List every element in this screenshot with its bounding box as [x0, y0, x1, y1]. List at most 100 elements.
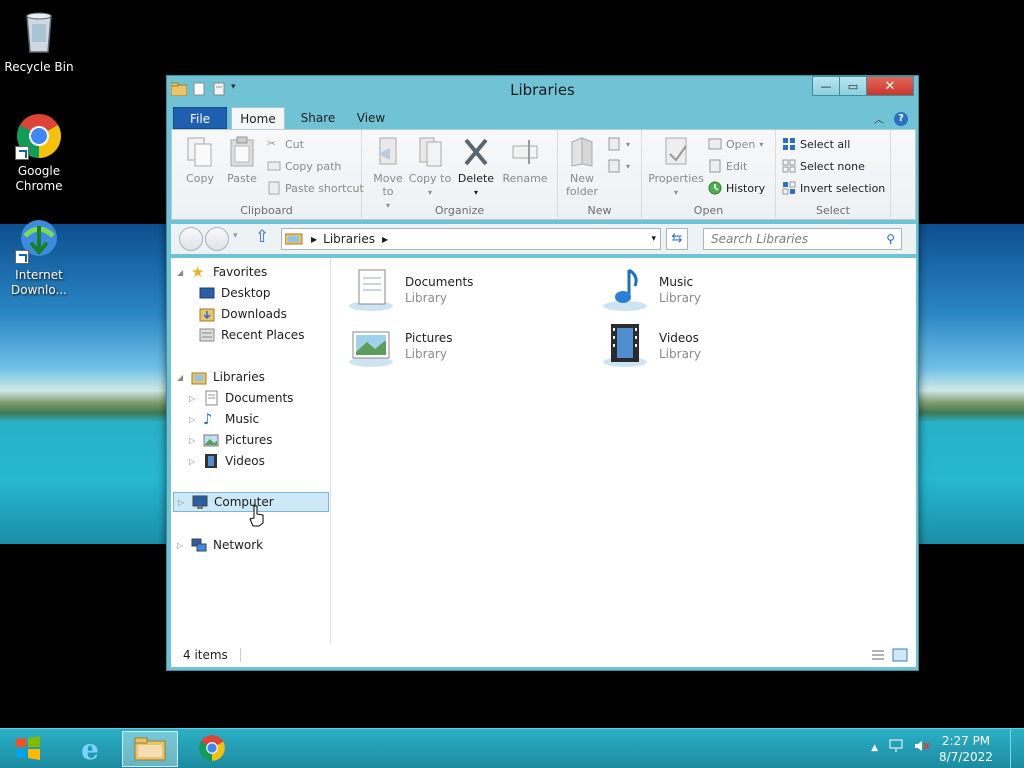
expand-arrow-icon[interactable]: ▷: [189, 457, 197, 466]
copy-to-button[interactable]: Copy to ▾: [408, 136, 452, 199]
desktop-icon-google-chrome[interactable]: Google Chrome: [1, 112, 77, 194]
address-bar[interactable]: ▶ Libraries ▶ ▾: [281, 228, 661, 250]
library-tile-music[interactable]: Music Library: [601, 266, 701, 314]
history-clock-icon: [708, 181, 722, 195]
rename-icon: [511, 136, 539, 168]
network-icon: [191, 537, 207, 553]
open-button[interactable]: Open ▾: [708, 135, 763, 153]
minimize-ribbon-icon[interactable]: ︿: [874, 111, 884, 126]
close-button[interactable]: ✕: [866, 76, 914, 96]
tab-share[interactable]: Share: [293, 107, 343, 129]
edit-button[interactable]: Edit: [708, 157, 747, 175]
nav-item-network[interactable]: ▷ Network: [177, 535, 263, 555]
paste-shortcut-button[interactable]: Paste shortcut: [267, 179, 364, 197]
maximize-icon: ▭: [847, 79, 859, 93]
nav-item-desktop[interactable]: Desktop: [199, 283, 271, 303]
back-button[interactable]: [179, 227, 203, 251]
expand-arrow-icon[interactable]: ▷: [189, 394, 197, 403]
navigation-bar: ▾ ⇧ ▶ Libraries ▶ ▾ ⇆ Search Libraries ⚲: [171, 224, 916, 254]
group-open: Properties ▾ Open ▾ Edit History Open: [642, 130, 776, 219]
recent-locations-chevron-icon[interactable]: ▾: [233, 231, 238, 241]
nav-item-recent-places[interactable]: Recent Places: [199, 325, 304, 345]
paste-icon: [228, 136, 256, 168]
new-folder-button[interactable]: New folder: [560, 136, 604, 198]
group-clipboard: Copy Paste ✂ Cut Copy path Paste shortcut…: [172, 130, 364, 219]
edit-icon: [708, 159, 722, 173]
expand-arrow-icon[interactable]: ▷: [189, 415, 197, 424]
show-hidden-icons-icon[interactable]: ▲: [871, 743, 878, 753]
taskbar-google-chrome[interactable]: [184, 731, 240, 767]
tab-home[interactable]: Home: [231, 107, 285, 131]
minimize-icon: —: [820, 79, 832, 93]
group-label-organize: Organize: [434, 204, 485, 217]
help-icon[interactable]: ?: [894, 111, 908, 126]
library-tile-pictures[interactable]: Pictures Library: [347, 322, 453, 370]
nav-item-documents[interactable]: ▷ Documents: [189, 388, 293, 408]
search-input[interactable]: Search Libraries ⚲: [703, 228, 902, 250]
volume-muted-icon[interactable]: [914, 739, 930, 756]
invert-selection-button[interactable]: Invert selection: [782, 179, 885, 197]
star-icon: ★: [191, 263, 205, 281]
expand-arrow-icon[interactable]: ▷: [177, 541, 185, 550]
select-all-button[interactable]: Select all: [782, 135, 850, 153]
details-view-icon[interactable]: [870, 648, 886, 665]
nav-item-downloads[interactable]: Downloads: [199, 304, 287, 324]
tab-file[interactable]: File: [173, 107, 227, 129]
new-item-button[interactable]: ▾: [608, 135, 630, 153]
group-label-new: New: [587, 204, 612, 217]
title-bar[interactable]: ▾ Libraries — ▭ ✕: [167, 76, 918, 104]
clock[interactable]: 2:27 PM 8/7/2022: [936, 733, 996, 765]
pictures-icon: [203, 432, 219, 448]
library-tile-documents[interactable]: Documents Library: [347, 266, 473, 314]
move-to-button[interactable]: Move to ▾: [366, 136, 410, 212]
nav-item-favorites[interactable]: ◢ ★ Favorites: [177, 262, 267, 282]
address-dropdown-icon[interactable]: ▾: [651, 234, 656, 244]
properties-button[interactable]: Properties ▾: [648, 136, 704, 199]
rename-button[interactable]: Rename: [500, 136, 550, 185]
collapse-arrow-icon[interactable]: ◢: [177, 268, 185, 277]
breadcrumb-libraries[interactable]: Libraries: [323, 232, 375, 246]
library-tile-videos[interactable]: Videos Library: [601, 322, 701, 370]
nav-item-pictures[interactable]: ▷ Pictures: [189, 430, 273, 450]
nav-item-music[interactable]: ▷ ♪ Music: [189, 409, 259, 429]
history-button[interactable]: History: [708, 179, 765, 197]
select-none-button[interactable]: Select none: [782, 157, 865, 175]
desktop-icon-internet-download[interactable]: Internet Downlo...: [1, 216, 77, 298]
expand-arrow-icon[interactable]: ▷: [189, 436, 197, 445]
breadcrumb-chevron-icon[interactable]: ▶: [382, 235, 388, 244]
delete-button[interactable]: Delete ▾: [454, 136, 498, 199]
paste-button[interactable]: Paste: [220, 136, 264, 185]
easy-access-button[interactable]: ▾: [608, 157, 630, 175]
minimize-button[interactable]: —: [812, 76, 840, 96]
desktop-icon-recycle-bin[interactable]: Recycle Bin: [1, 8, 77, 75]
nav-item-videos[interactable]: ▷ Videos: [189, 451, 265, 471]
breadcrumb-chevron-icon[interactable]: ▶: [311, 235, 317, 244]
copy-button[interactable]: Copy: [178, 136, 222, 185]
tab-view[interactable]: View: [349, 107, 393, 129]
chrome-icon: [15, 112, 63, 160]
open-icon: [708, 137, 722, 151]
refresh-button[interactable]: ⇆: [666, 228, 688, 250]
expand-arrow-icon[interactable]: ▷: [178, 498, 186, 507]
select-none-icon: [782, 159, 796, 173]
large-icons-view-icon[interactable]: [892, 648, 908, 665]
copy-path-button[interactable]: Copy path: [267, 157, 341, 175]
forward-button[interactable]: [205, 227, 229, 251]
up-arrow-icon[interactable]: ⇧: [255, 227, 269, 247]
taskbar-file-explorer[interactable]: [122, 731, 178, 767]
content-area: ◢ ★ Favorites Desktop Downloads Recent Pla…: [171, 258, 916, 667]
cut-button[interactable]: ✂ Cut: [267, 135, 304, 153]
collapse-arrow-icon[interactable]: ◢: [177, 373, 185, 382]
group-select: Select all Select none Invert selection …: [776, 130, 891, 219]
group-label-select: Select: [816, 204, 850, 217]
maximize-button[interactable]: ▭: [839, 76, 867, 96]
clock-time: 2:27 PM: [941, 734, 991, 748]
search-icon[interactable]: ⚲: [886, 229, 895, 249]
start-button[interactable]: [0, 731, 56, 767]
taskbar-internet-explorer[interactable]: e: [62, 731, 118, 767]
show-desktop-button[interactable]: [1010, 729, 1024, 768]
network-tray-icon[interactable]: [888, 739, 904, 756]
nav-item-libraries[interactable]: ◢ Libraries: [177, 367, 265, 387]
new-item-icon: [608, 137, 622, 151]
group-label-clipboard: Clipboard: [240, 204, 293, 217]
